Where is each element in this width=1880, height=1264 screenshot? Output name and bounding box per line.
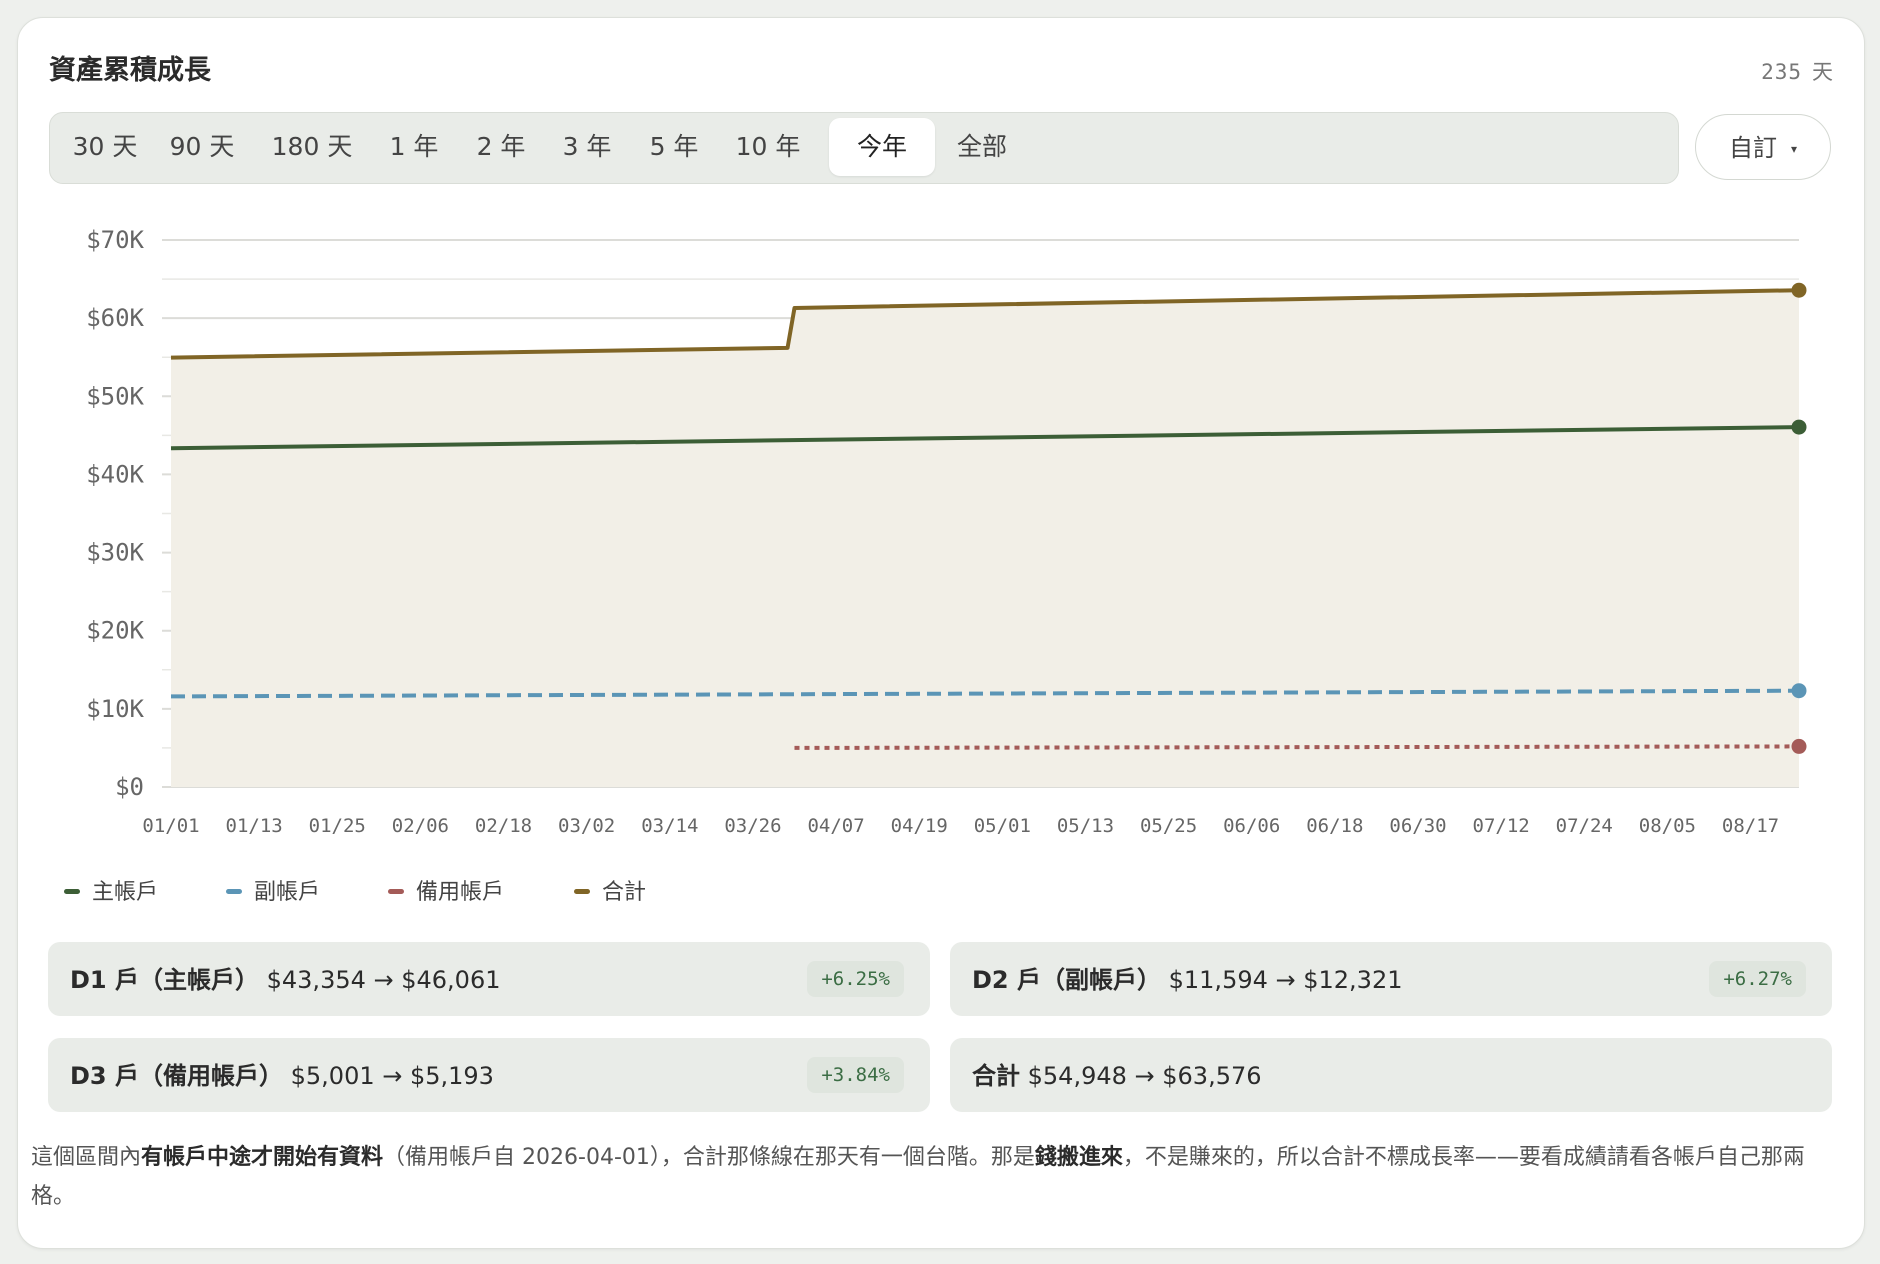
stat-card-total: 合計 $54,948 → $63,576 xyxy=(950,1038,1832,1112)
x-tick-label: 06/06 xyxy=(1223,815,1280,837)
stat-name-total: 合計 xyxy=(972,1062,1020,1090)
legend-swatch-total xyxy=(574,888,590,894)
legend-swatch-main xyxy=(64,888,80,894)
note-text-1: 這個區間內 xyxy=(31,1145,142,1170)
x-tick-label: 01/25 xyxy=(309,815,366,837)
y-tick-label: $60K xyxy=(86,304,144,332)
x-tick-label: 04/19 xyxy=(891,815,948,837)
stat-name-sub: D2 戶（副帳戶） xyxy=(972,966,1161,994)
stat-name-main: D1 戶（主帳戶） xyxy=(70,966,259,994)
stat-label-sub: D2 戶（副帳戶） $11,594 → $12,321 xyxy=(972,942,1402,1018)
stat-range-backup: $5,001 → $5,193 xyxy=(290,1062,494,1090)
x-tick-label: 05/25 xyxy=(1140,815,1197,837)
series-end-point-main xyxy=(1791,419,1807,435)
stat-change-badge-main: +6.25% xyxy=(807,961,904,997)
x-tick-label: 05/01 xyxy=(974,815,1031,837)
series-end-point-total xyxy=(1791,282,1807,298)
asset-growth-chart: $0 $10K $20K $30K $40K $50K $60K $70K 01/01 01/13… xyxy=(86,226,1807,837)
stat-name-backup: D3 戶（備用帳戶） xyxy=(70,1062,283,1090)
x-tick-label: 01/01 xyxy=(142,815,199,837)
stat-change-badge-backup: +3.84% xyxy=(807,1057,904,1093)
y-tick-label: $30K xyxy=(86,539,144,567)
stat-label-backup: D3 戶（備用帳戶） $5,001 → $5,193 xyxy=(70,1038,494,1114)
stat-card-main: D1 戶（主帳戶） $43,354 → $46,061 +6.25% xyxy=(48,942,930,1016)
stat-range-sub: $11,594 → $12,321 xyxy=(1168,966,1403,994)
legend-swatch-sub xyxy=(226,888,242,894)
x-tick-label: 03/02 xyxy=(558,815,615,837)
y-tick-label: $50K xyxy=(86,382,144,410)
y-tick-label: $0 xyxy=(115,773,144,801)
note-text-2: （備用帳戶自 2026-04-01），合計那條線在那天有一個台階。那是 xyxy=(383,1145,1035,1170)
legend-item-main: 主帳戶 xyxy=(64,876,158,910)
stat-card-backup: D3 戶（備用帳戶） $5,001 → $5,193 +3.84% xyxy=(48,1038,930,1112)
series-end-point-backup xyxy=(1791,738,1807,754)
legend-label-total: 合計 xyxy=(602,880,647,905)
stat-label-total: 合計 $54,948 → $63,576 xyxy=(972,1038,1262,1114)
legend-item-backup: 備用帳戶 xyxy=(388,876,504,910)
x-tick-label: 07/12 xyxy=(1473,815,1530,837)
x-tick-label: 05/13 xyxy=(1057,815,1114,837)
x-tick-label: 01/13 xyxy=(226,815,283,837)
y-tick-label: $10K xyxy=(86,695,144,723)
legend-label-main: 主帳戶 xyxy=(92,880,159,905)
x-tick-label: 07/24 xyxy=(1556,815,1613,837)
legend-label-sub: 副帳戶 xyxy=(254,880,321,905)
x-tick-label: 06/18 xyxy=(1306,815,1363,837)
stat-label-main: D1 戶（主帳戶） $43,354 → $46,061 xyxy=(70,942,500,1018)
y-tick-label: $20K xyxy=(86,617,144,645)
x-tick-label: 02/18 xyxy=(475,815,532,837)
y-tick-label: $40K xyxy=(86,460,144,488)
legend-item-total: 合計 xyxy=(574,876,646,910)
x-tick-label: 03/26 xyxy=(724,815,781,837)
series-end-point-sub xyxy=(1791,683,1807,699)
note-bold-1: 有帳戶中途才開始有資料 xyxy=(141,1145,384,1170)
stat-range-total: $54,948 → $63,576 xyxy=(1027,1062,1262,1090)
series-line-backup xyxy=(794,744,1800,750)
stat-range-main: $43,354 → $46,061 xyxy=(266,966,501,994)
legend-label-backup: 備用帳戶 xyxy=(416,880,505,905)
x-tick-label: 02/06 xyxy=(392,815,449,837)
x-tick-label: 08/05 xyxy=(1639,815,1696,837)
legend-item-sub: 副帳戶 xyxy=(226,876,320,910)
total-area-fill xyxy=(171,290,1799,787)
stat-change-badge-sub: +6.27% xyxy=(1709,961,1806,997)
explanation-note: 這個區間內有帳戶中途才開始有資料（備用帳戶自 2026-04-01），合計那條線… xyxy=(31,1138,1831,1216)
stat-card-sub: D2 戶（副帳戶） $11,594 → $12,321 +6.27% xyxy=(950,942,1832,1016)
x-tick-label: 03/14 xyxy=(641,815,698,837)
x-tick-label: 08/17 xyxy=(1722,815,1779,837)
note-bold-2: 錢搬進來 xyxy=(1034,1145,1123,1170)
legend-swatch-backup xyxy=(388,888,404,894)
x-tick-label: 06/30 xyxy=(1389,815,1446,837)
x-tick-label: 04/07 xyxy=(807,815,864,837)
y-tick-label: $70K xyxy=(86,226,144,254)
